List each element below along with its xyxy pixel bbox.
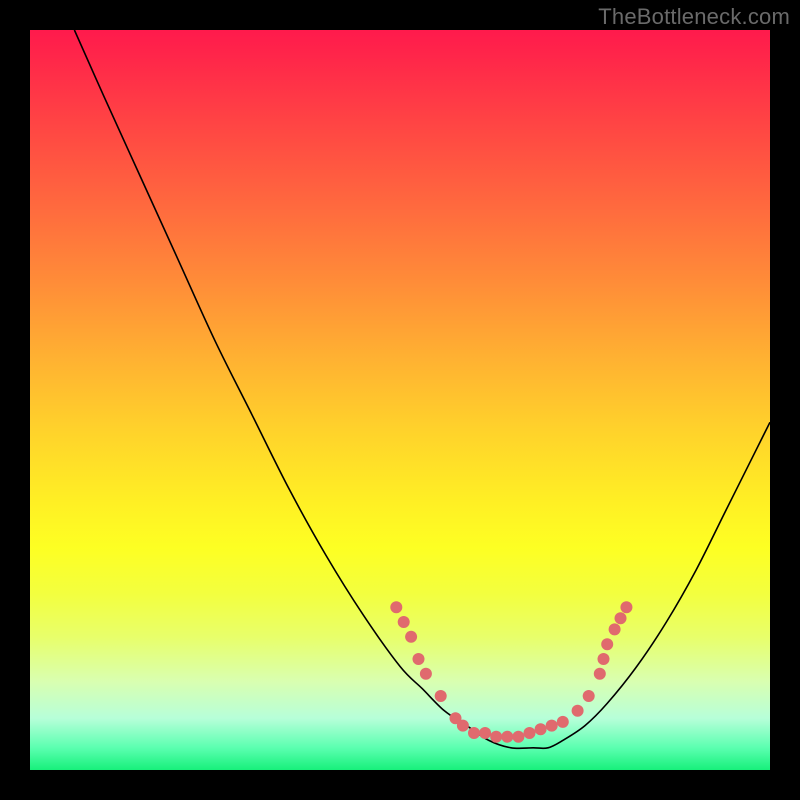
marker-dot <box>572 705 584 717</box>
marker-dot <box>594 668 606 680</box>
chart-frame: TheBottleneck.com <box>0 0 800 800</box>
marker-dot <box>468 727 480 739</box>
marker-dot <box>457 720 469 732</box>
bottleneck-curve <box>74 30 770 748</box>
marker-dot <box>583 690 595 702</box>
watermark-text: TheBottleneck.com <box>598 4 790 30</box>
marker-dot <box>601 638 613 650</box>
marker-dot <box>420 668 432 680</box>
marker-dot <box>615 612 627 624</box>
marker-dot <box>620 601 632 613</box>
plot-area <box>30 30 770 770</box>
marker-dot <box>557 716 569 728</box>
marker-dot <box>546 720 558 732</box>
marker-dot <box>490 731 502 743</box>
chart-svg <box>30 30 770 770</box>
marker-dot <box>479 727 491 739</box>
marker-dot <box>405 631 417 643</box>
marker-dot <box>390 601 402 613</box>
marker-dots-group <box>390 601 632 743</box>
marker-dot <box>501 731 513 743</box>
marker-dot <box>524 727 536 739</box>
marker-dot <box>535 723 547 735</box>
marker-dot <box>398 616 410 628</box>
marker-dot <box>435 690 447 702</box>
marker-dot <box>512 731 524 743</box>
marker-dot <box>413 653 425 665</box>
marker-dot <box>609 623 621 635</box>
marker-dot <box>598 653 610 665</box>
